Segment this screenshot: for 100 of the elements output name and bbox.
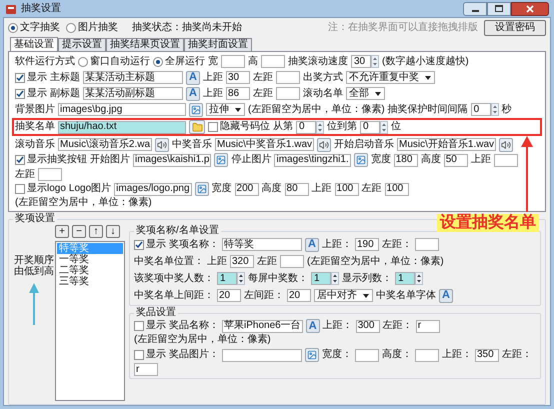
field-label: 奖品名称： bbox=[169, 320, 219, 332]
field-label: 中奖名单字体 bbox=[376, 290, 436, 302]
field-label: 开始图片 bbox=[90, 154, 130, 166]
text-field[interactable]: 某某活动主标题 bbox=[83, 71, 183, 84]
list-item[interactable]: 二等奖 bbox=[57, 265, 123, 276]
hint-text: (左距留空为居中，单位：像素) bbox=[134, 334, 271, 346]
field-label: 左距： bbox=[502, 349, 532, 361]
field-label: 左间距： bbox=[244, 290, 284, 302]
radio-label: 全屏运行 bbox=[165, 56, 205, 68]
list-button[interactable]: ↓ bbox=[106, 225, 120, 238]
field-label: 滚动名单 bbox=[303, 88, 343, 100]
text-field[interactable]: 350 bbox=[475, 348, 499, 362]
text-field[interactable]: 320 bbox=[230, 255, 254, 268]
text-field[interactable]: 20 bbox=[287, 289, 311, 302]
text-field[interactable]: 190 bbox=[355, 238, 379, 251]
field-label: 奖项名称： bbox=[169, 238, 219, 250]
list-button[interactable]: ↑ bbox=[89, 225, 103, 238]
dropdown[interactable]: 居中对齐 bbox=[314, 289, 373, 302]
field-label: 左距： bbox=[382, 320, 413, 332]
text-field[interactable]: images\tingzhi1. bbox=[274, 154, 351, 166]
checkbox-label: 显示logo bbox=[27, 183, 66, 195]
text-field[interactable]: 86 bbox=[226, 87, 250, 100]
field-label: 上距 bbox=[203, 88, 223, 100]
field-label: 显示列数： bbox=[342, 272, 392, 284]
text-field[interactable]: 20 bbox=[217, 289, 241, 302]
font-button[interactable]: A bbox=[305, 238, 319, 252]
text-field[interactable]: 特等奖 bbox=[222, 238, 302, 251]
field-label: 高 bbox=[248, 56, 258, 68]
hint-text: 注：在抽奖界面可以直接拖拽排版 bbox=[328, 22, 478, 34]
spin-field[interactable]: 0 bbox=[360, 120, 380, 134]
tab[interactable]: 抽奖封面设置 bbox=[184, 38, 252, 51]
field-label: 高度： bbox=[382, 349, 412, 361]
set-password-button[interactable]: 设置密码 bbox=[484, 20, 546, 36]
tab[interactable]: 抽奖结果页设置 bbox=[106, 38, 184, 51]
field-label: 上距 bbox=[203, 72, 223, 84]
text-field[interactable]: Music\中奖音乐1.wav bbox=[215, 138, 314, 151]
field-label: 奖品图片： bbox=[169, 349, 219, 361]
text-field[interactable]: Music\开始音乐1.wav bbox=[397, 138, 496, 151]
text-field[interactable]: 50 bbox=[444, 154, 468, 166]
field-label: 出奖方式 bbox=[303, 72, 343, 84]
spin-field[interactable]: 1 bbox=[311, 272, 331, 285]
text-field[interactable]: images\bg.jpg bbox=[58, 103, 186, 116]
dropdown[interactable]: 不允许重复中奖 bbox=[346, 71, 435, 84]
window-title: 抽奖设置 bbox=[21, 2, 61, 14]
font-button[interactable]: A bbox=[186, 70, 200, 84]
field-label: 该奖项中奖人数： bbox=[134, 272, 214, 284]
list-item[interactable]: 一等奖 bbox=[57, 254, 123, 265]
list-button[interactable]: + bbox=[55, 225, 69, 238]
list-button[interactable]: − bbox=[72, 225, 86, 238]
field-label: 中奖名单位置： bbox=[134, 256, 204, 268]
font-button[interactable]: A bbox=[439, 288, 453, 302]
group-title: 奖项设置 bbox=[14, 213, 56, 225]
field-label: 抽奖滚动速度 bbox=[288, 56, 348, 68]
font-button[interactable]: A bbox=[186, 86, 200, 100]
text-field[interactable]: 100 bbox=[334, 182, 359, 196]
spin-field[interactable]: 0 bbox=[296, 120, 316, 134]
spin-field[interactable]: 1 bbox=[217, 272, 237, 285]
spin-field[interactable]: 1 bbox=[395, 272, 415, 285]
text-field[interactable]: 200 bbox=[234, 182, 259, 196]
text-field[interactable]: 300 bbox=[356, 320, 380, 332]
radio-label: 图片抽奖 bbox=[78, 22, 118, 34]
field-label: 左距 bbox=[253, 88, 273, 100]
field-label: 左距 bbox=[253, 72, 273, 84]
text-field[interactable]: Music\滚动音乐2.wa bbox=[58, 138, 152, 151]
annotation-label: 设置抽奖名单 bbox=[437, 214, 539, 232]
checkbox-label: 显示 bbox=[27, 72, 47, 84]
checkbox-label: 显示 bbox=[27, 88, 47, 100]
field-label: 左距 bbox=[15, 168, 35, 180]
font-button[interactable]: A bbox=[306, 319, 320, 333]
field-label: 从第 bbox=[273, 121, 293, 133]
text-field[interactable]: r bbox=[416, 320, 440, 332]
text-field[interactable]: r bbox=[134, 363, 158, 376]
text-field[interactable]: 某某活动副标题 bbox=[83, 87, 183, 100]
group-title: 奖品设置 bbox=[135, 307, 177, 319]
text-field[interactable]: images\kaishi1.p bbox=[133, 154, 212, 166]
text-field[interactable]: 30 bbox=[226, 71, 250, 84]
field-label: 背景图片 bbox=[15, 104, 55, 116]
status-text: 抽奖状态：抽奖尚未开始 bbox=[132, 22, 242, 34]
text-field[interactable]: 100 bbox=[384, 182, 409, 196]
field-label: 宽度 bbox=[370, 154, 391, 166]
text-field[interactable]: images/logo.png bbox=[114, 182, 192, 196]
field-label: 上距 bbox=[312, 183, 332, 195]
spin-field[interactable]: 30 bbox=[351, 55, 371, 68]
field-label: 主标题 bbox=[50, 72, 80, 84]
text-field[interactable]: shuju/hao.txt bbox=[58, 120, 186, 134]
spin-field[interactable]: 0 bbox=[470, 103, 491, 116]
dropdown[interactable]: 全部 bbox=[346, 87, 385, 100]
text-field[interactable]: 80 bbox=[284, 182, 309, 196]
field-label: 软件运行方式 bbox=[15, 56, 75, 68]
field-label: 抽奖名单 bbox=[15, 121, 55, 133]
field-label: 上距 bbox=[470, 154, 491, 166]
dropdown[interactable]: 拉伸 bbox=[206, 103, 245, 116]
tab[interactable]: 提示设置 bbox=[58, 38, 106, 51]
text-field[interactable]: 苹果iPhone6一台 bbox=[222, 320, 303, 332]
list-item[interactable]: 三等奖 bbox=[57, 276, 123, 287]
field-label: 副标题 bbox=[50, 88, 80, 100]
field-label: 宽度 bbox=[212, 183, 232, 195]
field-label: 秒 bbox=[502, 104, 512, 116]
text-field[interactable]: 180 bbox=[394, 154, 418, 166]
tab[interactable]: 基础设置 bbox=[10, 37, 58, 51]
